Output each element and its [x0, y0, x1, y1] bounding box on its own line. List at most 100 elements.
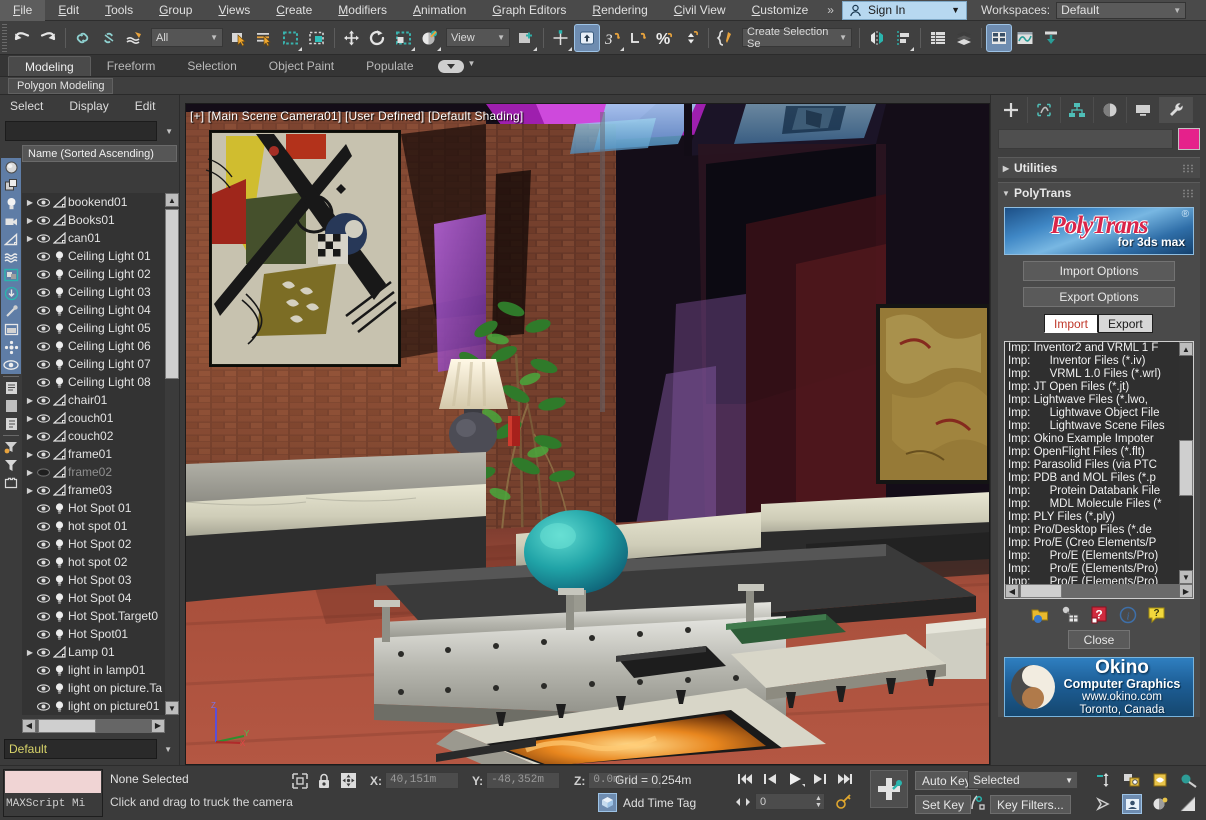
display-tab[interactable] — [1127, 97, 1160, 123]
format-list-item[interactable]: Imp: OpenFlight Files (*.flt) — [1008, 446, 1179, 459]
detail-view-icon[interactable] — [1, 415, 21, 433]
visibility-eye-icon[interactable] — [36, 575, 51, 585]
visibility-eye-icon[interactable] — [36, 377, 51, 387]
format-list-item[interactable]: Imp: VRML 1.0 Files (*.wrl) — [1008, 368, 1179, 381]
scene-explorer-tree[interactable]: ▶ bookend01 ▶ Books01 ▶ can01 Ceiling Light 01… — [22, 193, 165, 715]
scene-node[interactable]: Ceiling Light 07 — [22, 355, 165, 373]
filter-settings-icon[interactable] — [1, 438, 21, 456]
scene-node[interactable]: ▶ bookend01 — [22, 193, 165, 211]
go-to-start-icon[interactable] — [735, 769, 755, 789]
layer-select[interactable]: Default ▼ — [4, 739, 172, 759]
filter-icon[interactable] — [1, 456, 21, 474]
format-list-item[interactable]: Imp: Inventor Files (*.iv) — [1008, 355, 1179, 368]
scene-node[interactable]: hot spot 02 — [22, 553, 165, 571]
go-to-end-icon[interactable] — [835, 769, 855, 789]
okino-logo[interactable]: Okino Computer Graphics www.okino.com To… — [1004, 657, 1194, 717]
visibility-eye-icon[interactable] — [36, 449, 51, 459]
mirror-button[interactable] — [864, 24, 890, 52]
field-of-view-icon[interactable] — [1178, 770, 1198, 790]
visibility-eye-icon[interactable] — [36, 665, 51, 675]
ribbon-tab-modeling[interactable]: Modeling — [8, 56, 91, 76]
render-preview-icon[interactable] — [1060, 606, 1080, 624]
absolute-relative-transform-icon[interactable] — [340, 772, 357, 789]
ribbon-panel-name[interactable]: Polygon Modeling — [8, 77, 114, 94]
spinner-snap-toggle-button[interactable]: % — [652, 24, 678, 52]
format-list-item[interactable]: Imp: PDB and MOL Files (*.p — [1008, 472, 1179, 485]
visibility-eye-icon[interactable] — [36, 593, 51, 603]
zoom-all-icon[interactable] — [1122, 770, 1142, 790]
sign-in-button[interactable]: Sign In ▼ — [841, 0, 967, 20]
schematic-view-button[interactable] — [1038, 24, 1064, 52]
angle-snap-toggle-button[interactable]: 3 — [600, 24, 626, 52]
scroll-down-button[interactable]: ▼ — [1179, 570, 1193, 584]
format-list-item[interactable]: Imp: Pro/E (Creo Elements/P — [1008, 537, 1179, 550]
frame-spinner[interactable]: ▲ ▼ — [815, 795, 822, 809]
curve-editor-button[interactable] — [1012, 24, 1038, 52]
scene-node[interactable]: hot spot 01 — [22, 517, 165, 535]
ribbon-tab-selection[interactable]: Selection — [171, 56, 252, 76]
visibility-eye-icon[interactable] — [36, 701, 51, 711]
menu-item-group[interactable]: Group — [146, 0, 205, 21]
visibility-eye-icon[interactable] — [36, 431, 51, 441]
visibility-eye-icon[interactable] — [36, 683, 51, 693]
tab-export[interactable]: Export — [1098, 314, 1153, 333]
folder-icon[interactable] — [1031, 606, 1051, 624]
add-time-tag[interactable]: Add Time Tag — [598, 793, 696, 812]
display-visibility-icon[interactable] — [1, 356, 21, 374]
scene-node[interactable]: Ceiling Light 06 — [22, 337, 165, 355]
key-filters-button[interactable]: Key Filters... — [990, 795, 1071, 814]
scene-node[interactable]: Ceiling Light 01 — [22, 247, 165, 265]
filter-helpers-icon[interactable] — [1, 230, 21, 248]
visibility-eye-icon[interactable] — [36, 647, 51, 657]
next-frame-icon[interactable] — [810, 769, 830, 789]
scene-node[interactable]: Hot Spot01 — [22, 625, 165, 643]
reference-coordinate-select[interactable]: View ▼ — [446, 28, 510, 47]
set-key-filters-icon[interactable] — [968, 794, 986, 812]
format-list-item[interactable]: Imp: MDL Molecule Files (* — [1008, 498, 1179, 511]
visibility-eye-icon[interactable] — [36, 503, 51, 513]
rectangular-selection-region-button[interactable] — [278, 24, 304, 52]
object-color-swatch[interactable] — [1178, 128, 1200, 150]
rollout-polytrans-header[interactable]: ▼ PolyTrans — [998, 182, 1200, 203]
scene-node[interactable]: ▶ Lamp 01 — [22, 643, 165, 661]
workspace-select[interactable]: Default ▼ — [1056, 1, 1187, 19]
selection-lock-toggle-icon[interactable] — [317, 773, 331, 789]
scene-node[interactable]: ▶ frame02 — [22, 463, 165, 481]
filter-particles-icon[interactable] — [1, 338, 21, 356]
new-scene-explorer-icon[interactable] — [1, 474, 21, 492]
zoom-extents-icon[interactable] — [1150, 770, 1170, 790]
scroll-right-button[interactable]: ▶ — [1179, 584, 1193, 598]
format-list-item[interactable]: Imp: Okino Example Impoter — [1008, 433, 1179, 446]
select-and-rotate-button[interactable] — [365, 24, 391, 52]
visibility-eye-icon[interactable] — [36, 323, 51, 333]
maxscript-mini-listener[interactable]: MAXScript Mi — [3, 769, 103, 817]
close-button[interactable]: Close — [1068, 630, 1130, 649]
expand-arrow-icon[interactable]: ▶ — [24, 450, 36, 459]
filter-geometry-icon[interactable] — [1, 158, 21, 176]
menu-item-civil-view[interactable]: Civil View — [661, 0, 739, 21]
format-list-item[interactable]: Imp: Pro/E (Elements/Pro) — [1008, 550, 1179, 563]
visibility-eye-icon[interactable] — [36, 251, 51, 261]
scene-node[interactable]: Ceiling Light 08 — [22, 373, 165, 391]
undo-button[interactable] — [9, 24, 35, 52]
format-list-item[interactable]: Imp: Pro/Desktop Files (*.de — [1008, 524, 1179, 537]
scroll-thumb[interactable] — [165, 209, 179, 379]
scene-explorer-menu-select[interactable]: Select — [10, 99, 43, 113]
menu-item-create[interactable]: Create — [263, 0, 325, 21]
redo-button[interactable] — [35, 24, 61, 52]
format-list-item[interactable]: Imp: Lightwave Scene Files — [1008, 420, 1179, 433]
visibility-eye-icon[interactable] — [36, 557, 51, 567]
ribbon-minimize-icon[interactable] — [437, 60, 464, 73]
viewport[interactable]: [+] [Main Scene Camera01] [User Defined]… — [185, 103, 990, 765]
rollout-grip[interactable] — [1182, 163, 1194, 173]
key-mode-toggle-icon[interactable] — [836, 794, 852, 809]
format-list-item[interactable]: Imp: Lightwave Files (*.lwo, — [1008, 394, 1179, 407]
expand-arrow-icon[interactable]: ▶ — [24, 216, 36, 225]
selection-lock-region-icon[interactable] — [292, 772, 308, 789]
expand-arrow-icon[interactable]: ▶ — [24, 396, 36, 405]
visibility-eye-icon[interactable] — [36, 539, 51, 549]
scene-explorer-search-input[interactable]: ▼ — [5, 121, 173, 141]
visibility-eye-icon[interactable] — [36, 215, 51, 225]
visibility-eye-icon[interactable] — [36, 341, 51, 351]
menu-item-graph-editors[interactable]: Graph Editors — [479, 0, 579, 21]
